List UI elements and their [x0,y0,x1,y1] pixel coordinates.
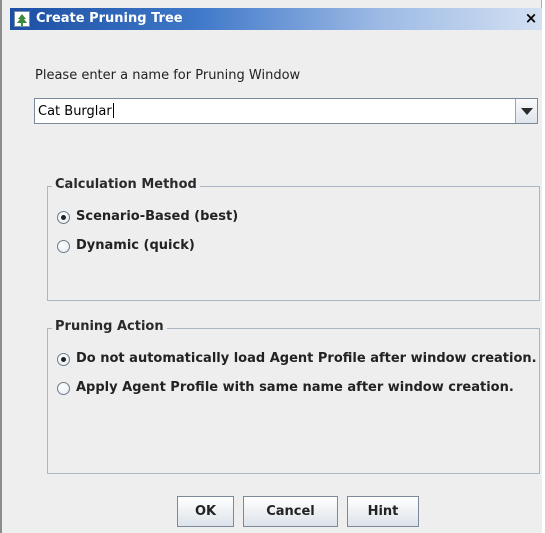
ok-button[interactable]: OK [177,496,234,527]
name-input[interactable]: Cat Burglar [38,103,114,119]
radio-unselected-icon[interactable] [57,240,70,253]
radio-unselected-icon[interactable] [57,382,70,395]
dialog-window: Create Pruning Tree × Please enter a nam… [0,0,542,533]
hint-button[interactable]: Hint [347,496,419,527]
tree-app-icon [14,11,30,27]
pruning-window-name-combobox[interactable]: Cat Burglar [34,98,538,124]
radio-label: Do not automatically load Agent Profile … [76,351,537,366]
text-caret [112,103,114,118]
radio-selected-icon[interactable] [57,353,70,366]
calculation-method-legend: Calculation Method [52,177,200,192]
pruning-action-legend: Pruning Action [52,319,167,334]
title-bar[interactable]: Create Pruning Tree × [10,8,542,30]
dialog-content: Please enter a name for Pruning Window C… [10,30,542,533]
radio-label: Apply Agent Profile with same name after… [76,380,514,395]
close-icon[interactable]: × [522,10,540,27]
radio-label: Scenario-Based (best) [76,209,239,224]
name-input-value: Cat Burglar [38,104,112,119]
radio-label: Dynamic (quick) [76,238,195,253]
window-title: Create Pruning Tree [36,11,183,26]
name-prompt-label: Please enter a name for Pruning Window [35,68,301,83]
cancel-button[interactable]: Cancel [243,496,338,527]
radio-selected-icon[interactable] [57,211,70,224]
calculation-method-group: Calculation Method Scenario-Based (best)… [47,177,540,301]
pruning-action-group: Pruning Action Do not automatically load… [47,319,540,474]
chevron-down-icon[interactable] [515,99,537,123]
